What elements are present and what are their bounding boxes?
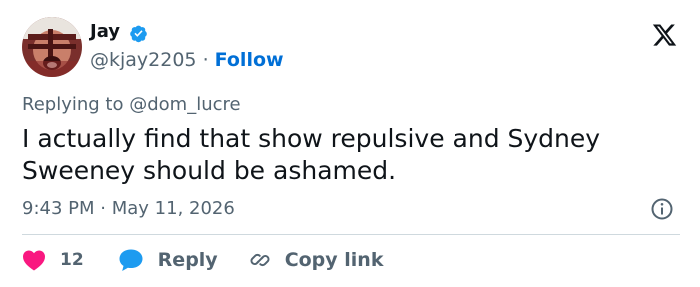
- author-name[interactable]: Jay: [90, 20, 120, 44]
- verified-badge-icon: [130, 25, 147, 43]
- author-handle[interactable]: @kjay2205: [90, 49, 197, 71]
- action-bar: 12 Reply Copy link: [22, 246, 383, 274]
- x-logo-icon[interactable]: [651, 22, 678, 48]
- tweet-timestamp[interactable]: 9:43 PM · May 11, 2026: [22, 197, 235, 221]
- tweet-date: May 11, 2026: [111, 198, 235, 219]
- avatar[interactable]: [22, 17, 82, 77]
- tweet-time: 9:43 PM: [22, 198, 95, 219]
- reply-button[interactable]: Reply: [118, 248, 218, 272]
- reply-mention-link[interactable]: @dom_lucre: [129, 94, 240, 115]
- copy-link-button[interactable]: Copy link: [248, 248, 384, 272]
- handle-separator: ·: [202, 49, 209, 71]
- divider: [22, 234, 680, 235]
- avatar-image: [22, 17, 82, 77]
- like-count: 12: [60, 250, 84, 270]
- info-icon[interactable]: [650, 197, 674, 221]
- reply-label: Reply: [157, 249, 218, 271]
- timestamp-separator: ·: [100, 198, 106, 219]
- link-icon: [250, 253, 270, 267]
- reply-context: Replying to @dom_lucre: [22, 93, 241, 117]
- like-button[interactable]: 12: [22, 249, 84, 271]
- handle-line: @kjay2205 · Follow: [90, 48, 284, 72]
- speech-bubble-icon: [119, 249, 143, 271]
- follow-button[interactable]: Follow: [215, 49, 284, 71]
- reply-context-prefix: Replying to: [22, 94, 124, 115]
- tweet-text: I actually find that show repulsive and …: [22, 124, 601, 185]
- copy-link-label: Copy link: [284, 249, 384, 271]
- heart-icon: [23, 250, 45, 271]
